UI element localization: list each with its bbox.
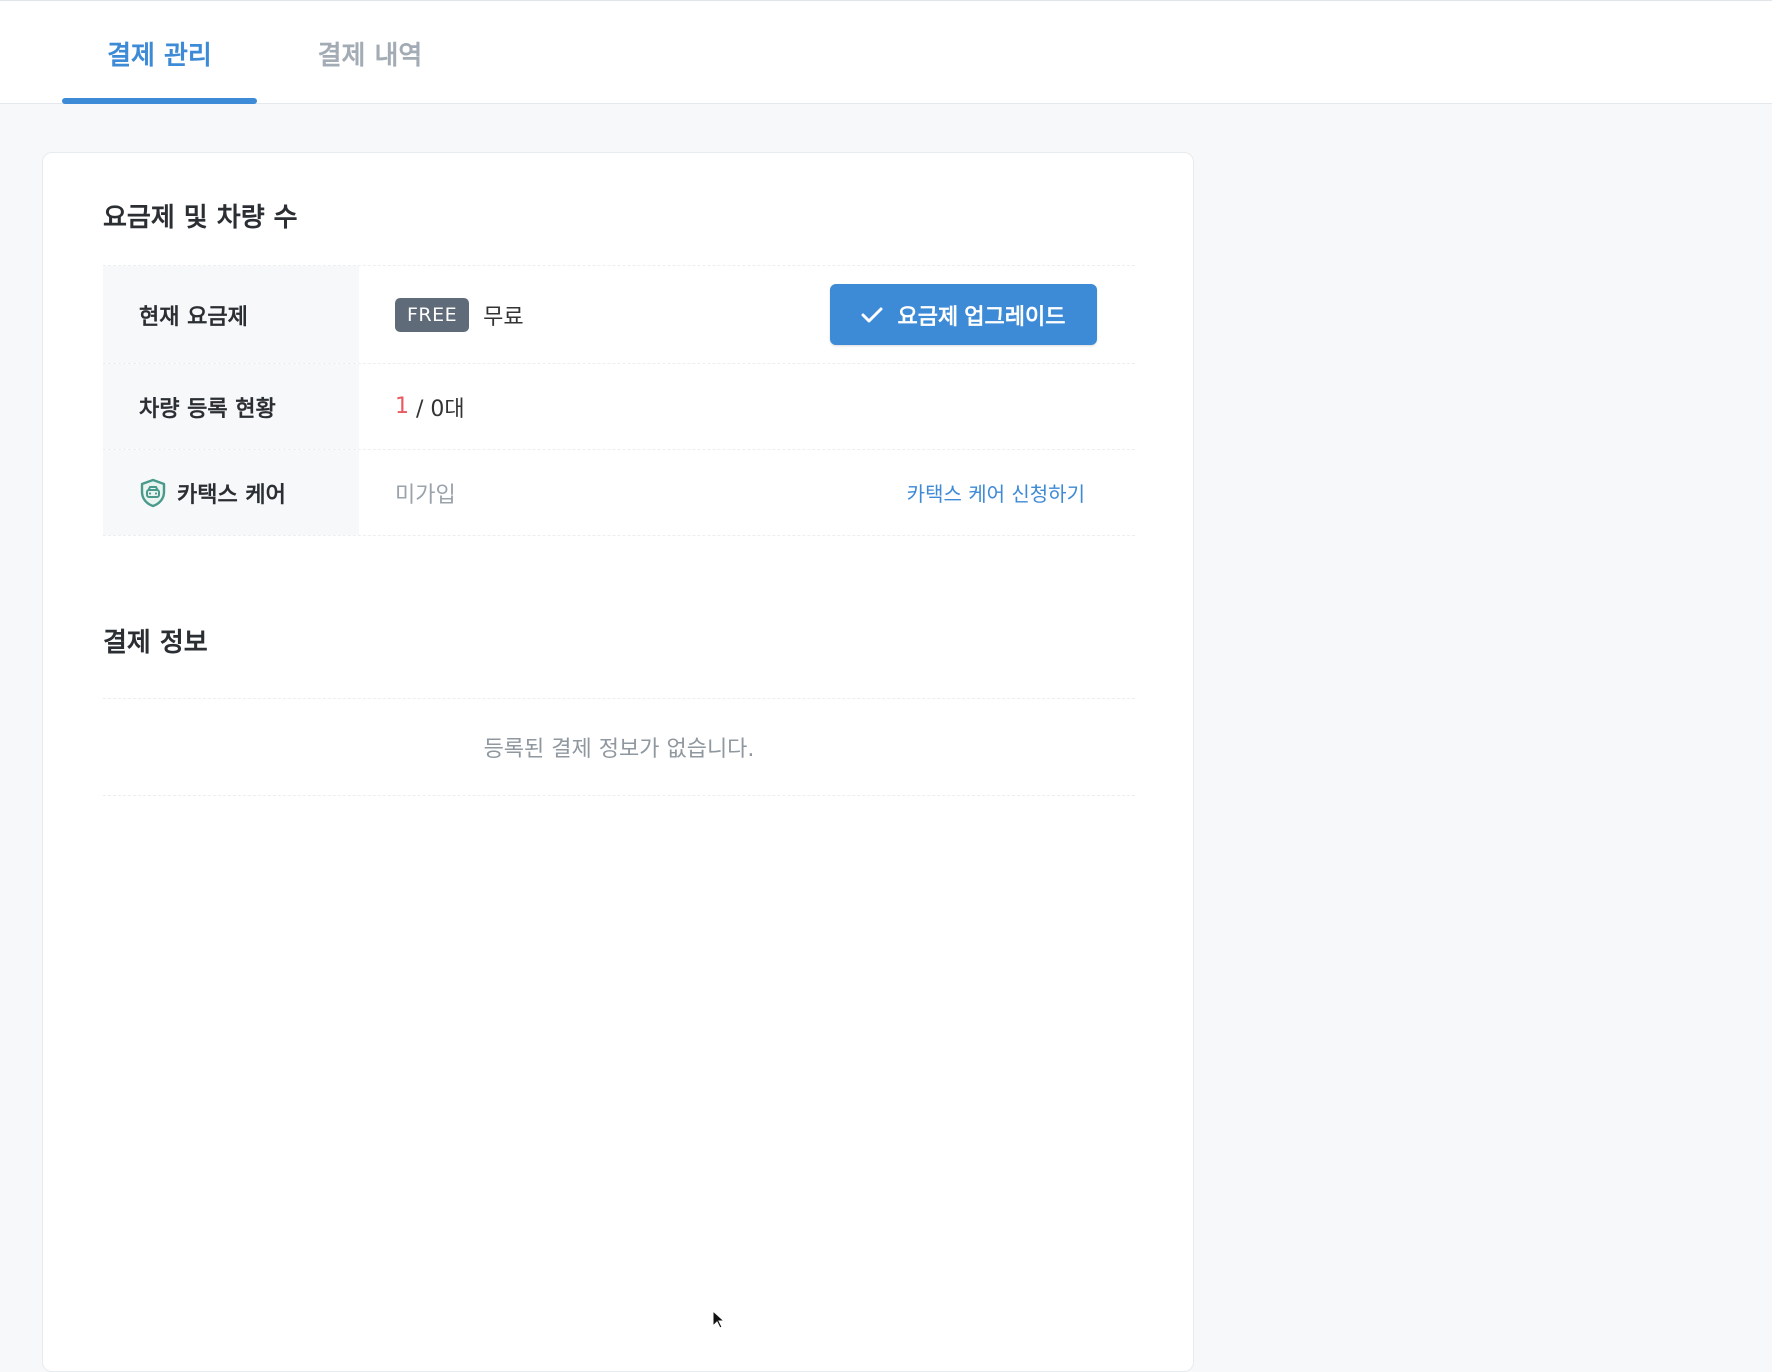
upgrade-plan-button[interactable]: 요금제 업그레이드 [830, 284, 1097, 345]
mouse-cursor-icon [712, 1309, 726, 1334]
vehicle-count-row: 차량 등록 현황 1 / 0대 [103, 364, 1135, 450]
vehicle-count-value-cell: 1 / 0대 [359, 364, 1135, 449]
care-label: 카택스 케어 [177, 482, 286, 508]
payment-section-title: 결제 정보 [103, 628, 208, 658]
vehicle-count-label: 차량 등록 현황 [103, 364, 359, 449]
payment-empty-state: 등록된 결제 정보가 없습니다. [103, 698, 1135, 796]
current-plan-label: 현재 요금제 [103, 266, 359, 363]
tab-payment-management[interactable]: 결제 관리 [62, 1, 257, 105]
plan-badge: FREE [395, 297, 470, 332]
tab-payment-history[interactable]: 결제 내역 [300, 1, 440, 105]
vehicle-total: / 0대 [409, 396, 465, 422]
care-apply-link[interactable]: 카택스 케어 신청하기 [907, 478, 1085, 507]
care-value-cell: 미가입 카택스 케어 신청하기 [359, 450, 1135, 535]
tab-bar: 결제 관리 결제 내역 [0, 0, 1772, 104]
care-row: 카택스 케어 미가입 카택스 케어 신청하기 [103, 450, 1135, 536]
shield-car-icon [139, 478, 167, 508]
plan-name: 무료 [483, 304, 524, 330]
tab-label: 결제 관리 [107, 40, 212, 71]
registered-vehicle-count: 1 [395, 394, 409, 419]
check-icon [861, 307, 883, 322]
current-plan-value-cell: FREE 무료 요금제 업그레이드 [359, 266, 1135, 363]
care-label-cell: 카택스 케어 [103, 450, 359, 535]
tab-label: 결제 내역 [317, 40, 423, 71]
billing-card: 요금제 및 차량 수 현재 요금제 FREE 무료 요금제 업그레이드 차량 등… [42, 152, 1194, 1372]
current-plan-row: 현재 요금제 FREE 무료 요금제 업그레이드 [103, 266, 1135, 364]
upgrade-plan-label: 요금제 업그레이드 [897, 303, 1066, 329]
active-tab-indicator [62, 98, 257, 104]
care-status: 미가입 [395, 482, 456, 508]
plan-table: 현재 요금제 FREE 무료 요금제 업그레이드 차량 등록 현황 1 / 0대 [103, 265, 1135, 536]
plan-section-title: 요금제 및 차량 수 [103, 203, 298, 233]
